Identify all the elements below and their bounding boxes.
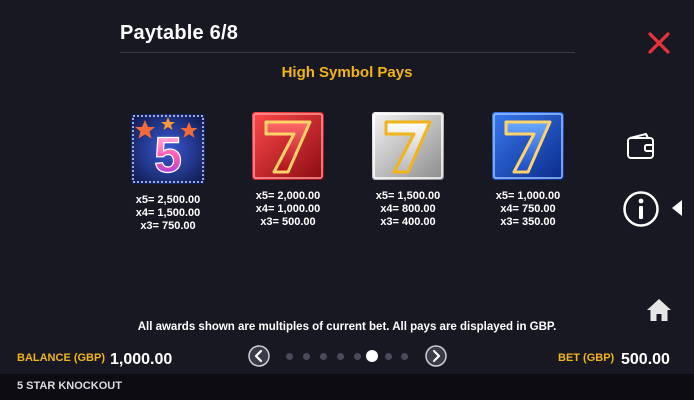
bottom-bar: 5 STAR KNOCKOUT <box>0 374 694 400</box>
silver-seven-symbol-icon <box>372 112 444 180</box>
pay-x3: x3= 350.00 <box>500 216 556 228</box>
pays-disclaimer: All awards shown are multiples of curren… <box>137 321 557 333</box>
pay-x4: x4= 1,000.00 <box>255 203 321 215</box>
symbol-pays: x5= 1,000.00 x4= 750.00 x3= 350.00 <box>488 190 568 229</box>
symbol-pays: x5= 2,000.00 x4= 1,000.00 x3= 500.00 <box>248 190 328 229</box>
pay-x3: x3= 400.00 <box>380 216 436 228</box>
collapse-arrow-icon[interactable] <box>670 199 684 217</box>
bet-value: 500.00 <box>621 351 670 368</box>
pay-x5: x5= 2,500.00 <box>135 194 201 206</box>
page-dot-active[interactable] <box>366 350 378 362</box>
symbol-blue-7: x5= 1,000.00 x4= 750.00 x3= 350.00 <box>488 112 568 229</box>
chevron-right-icon[interactable] <box>425 345 447 367</box>
balance-value: 1,000.00 <box>110 351 173 368</box>
page-dot[interactable] <box>303 353 310 360</box>
symbol-5-star: 5 x5= 2,500.00 x4= 1,500.00 x3= 750.00 <box>128 114 208 233</box>
pay-x3: x3= 750.00 <box>140 220 196 232</box>
blue-seven-symbol-icon <box>492 112 564 180</box>
pay-x5: x5= 1,500.00 <box>375 190 441 202</box>
pay-x4: x4= 800.00 <box>380 203 436 215</box>
pay-x5: x5= 2,000.00 <box>255 190 321 202</box>
svg-text:5: 5 <box>154 127 182 183</box>
bet-label: BET (GBP) <box>558 352 615 364</box>
page-dot[interactable] <box>385 353 392 360</box>
page-dot[interactable] <box>286 353 293 360</box>
close-icon[interactable] <box>646 30 672 56</box>
pay-x3: x3= 500.00 <box>260 216 316 228</box>
home-icon[interactable] <box>646 298 672 322</box>
pay-x4: x4= 750.00 <box>500 203 556 215</box>
red-seven-symbol-icon <box>252 112 324 180</box>
symbol-pays: x5= 1,500.00 x4= 800.00 x3= 400.00 <box>368 190 448 229</box>
symbol-silver-7: x5= 1,500.00 x4= 800.00 x3= 400.00 <box>368 112 448 229</box>
five-star-symbol-icon: 5 <box>131 114 205 184</box>
pay-x5: x5= 1,000.00 <box>495 190 561 202</box>
game-name: 5 STAR KNOCKOUT <box>17 380 122 392</box>
page-dot[interactable] <box>354 353 361 360</box>
page-dot[interactable] <box>320 353 327 360</box>
symbol-red-7: x5= 2,000.00 x4= 1,000.00 x3= 500.00 <box>248 112 328 229</box>
chevron-left-icon[interactable] <box>248 345 270 367</box>
symbol-pays: x5= 2,500.00 x4= 1,500.00 x3= 750.00 <box>128 194 208 233</box>
title-divider <box>120 52 575 53</box>
pay-x4: x4= 1,500.00 <box>135 207 201 219</box>
page-dot[interactable] <box>337 353 344 360</box>
page-title: Paytable 6/8 <box>120 22 239 44</box>
section-title: High Symbol Pays <box>281 64 413 81</box>
info-icon[interactable] <box>622 190 660 228</box>
balance-label: BALANCE (GBP) <box>17 352 105 364</box>
wallet-icon[interactable] <box>626 132 656 162</box>
page-dot[interactable] <box>401 353 408 360</box>
